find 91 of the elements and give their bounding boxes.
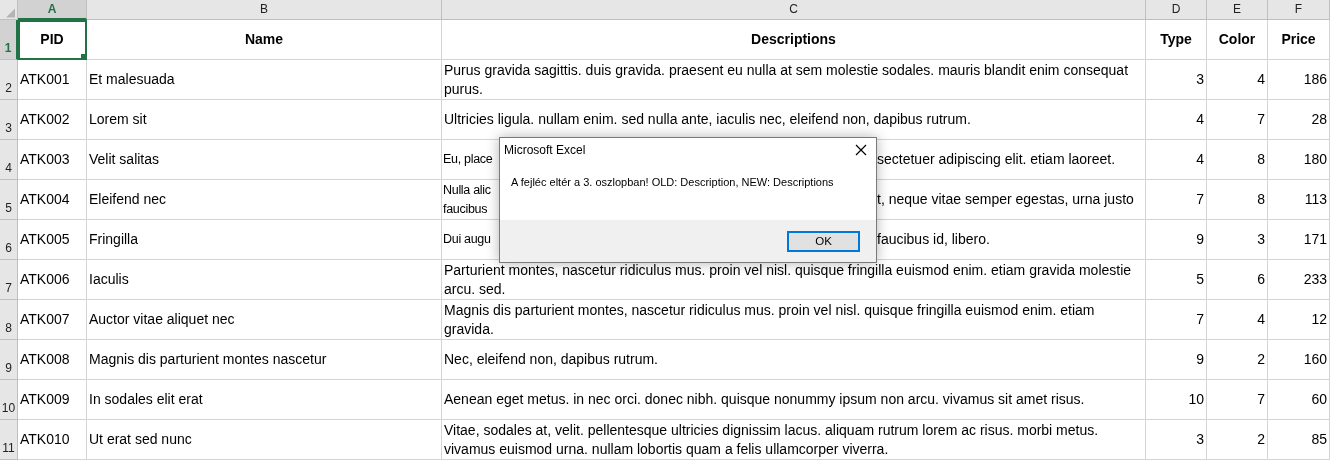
table-cell: ATK007 — [18, 300, 87, 340]
table-cell: 85 — [1268, 420, 1330, 460]
table-cell: Aenean eget metus. in nec orci. donec nibh. quisque nonummy ipsum non arcu. vivamus sit amet risus. — [442, 380, 1146, 420]
table-cell: Purus gravida sagittis. duis gravida. praesent eu nulla at sem molestie sodales. mauris blandit enim consequat purus. — [442, 60, 1146, 100]
cell-text: Dui augu — [443, 231, 492, 248]
fill-handle[interactable] — [81, 54, 86, 59]
table-cell: ATK009 — [18, 380, 87, 420]
table-cell: 233 — [1268, 260, 1330, 300]
table-cell: Auctor vitae aliquet nec — [87, 300, 442, 340]
table-cell: 9 — [1146, 340, 1207, 380]
table-cell: Vitae, sodales at, velit. pellentesque ultricies dignissim lacus. aliquam rutrum lorem ac risus. morbi metus. vivamus euismod urna. nullam lobortis quam a felis ullamcorper viverra. — [442, 420, 1146, 460]
triangle-icon — [6, 6, 15, 19]
cell-text: faucibus — [443, 200, 489, 218]
table-cell: 10 — [1146, 380, 1207, 420]
table-cell: 8 — [1207, 140, 1268, 180]
cell-text: sectetuer adipiscing elit. etiam laoreet. — [877, 150, 1117, 169]
table-cell: 4 — [1146, 140, 1207, 180]
column-header[interactable]: F — [1268, 0, 1330, 20]
table-cell: 2 — [1207, 340, 1268, 380]
table-cell: 28 — [1268, 100, 1330, 140]
column-header[interactable]: C — [442, 0, 1146, 20]
column-header[interactable]: A — [18, 0, 87, 20]
table-cell: 160 — [1268, 340, 1330, 380]
table-cell: 4 — [1207, 60, 1268, 100]
table-cell: 6 — [1207, 260, 1268, 300]
table-cell: ATK001 — [18, 60, 87, 100]
table-cell: 3 — [1146, 60, 1207, 100]
cell-text: faucibus id, libero. — [877, 230, 991, 249]
row-header[interactable]: 5 — [0, 180, 18, 220]
table-cell: ATK004 — [18, 180, 87, 220]
table-cell: Fringilla — [87, 220, 442, 260]
row-header[interactable]: 8 — [0, 300, 18, 340]
table-cell: 3 — [1146, 420, 1207, 460]
column-header[interactable]: D — [1146, 0, 1207, 20]
table-cell: 7 — [1207, 100, 1268, 140]
table-cell: In sodales elit erat — [87, 380, 442, 420]
row-header[interactable]: 9 — [0, 340, 18, 380]
select-all-corner[interactable] — [0, 0, 18, 20]
table-cell: 9 — [1146, 220, 1207, 260]
row-header[interactable]: 6 — [0, 220, 18, 260]
row-header[interactable]: 7 — [0, 260, 18, 300]
row-header[interactable]: 1 — [0, 20, 18, 60]
column-header[interactable]: B — [87, 0, 442, 20]
row-header[interactable]: 4 — [0, 140, 18, 180]
table-cell: 7 — [1146, 180, 1207, 220]
dialog-title: Microsoft Excel — [504, 143, 586, 157]
row-header[interactable]: 2 — [0, 60, 18, 100]
table-cell: ATK006 — [18, 260, 87, 300]
ok-button[interactable]: OK — [787, 230, 860, 252]
table-cell: Et malesuada — [87, 60, 442, 100]
header-cell[interactable]: Price — [1268, 20, 1330, 60]
header-cell[interactable]: PID — [18, 20, 87, 60]
table-cell: 2 — [1207, 420, 1268, 460]
table-cell: 60 — [1268, 380, 1330, 420]
table-cell: Magnis dis parturient montes, nascetur ridiculus mus. proin vel nisl. quisque fringilla euismod enim. etiam gravida. — [442, 300, 1146, 340]
header-cell[interactable]: Descriptions — [442, 20, 1146, 60]
table-cell: Nec, eleifend non, dapibus rutrum. — [442, 340, 1146, 380]
table-cell: ATK008 — [18, 340, 87, 380]
table-cell: 4 — [1207, 300, 1268, 340]
dialog-message: A fejléc eltér a 3. oszlopban! OLD: Description, NEW: Descriptions — [511, 176, 834, 188]
table-cell: 12 — [1268, 300, 1330, 340]
cell-text: Nulla alic — [443, 181, 492, 199]
row-header[interactable]: 3 — [0, 100, 18, 140]
table-cell: 186 — [1268, 60, 1330, 100]
table-cell: Lorem sit — [87, 100, 442, 140]
table-cell: 180 — [1268, 140, 1330, 180]
table-cell: 3 — [1207, 220, 1268, 260]
table-cell: 4 — [1146, 100, 1207, 140]
row-header[interactable]: 10 — [0, 380, 18, 420]
table-cell: ATK002 — [18, 100, 87, 140]
table-cell: 8 — [1207, 180, 1268, 220]
table-cell: ATK005 — [18, 220, 87, 260]
header-cell[interactable]: Color — [1207, 20, 1268, 60]
cell-text: Eu, place — [443, 151, 494, 168]
table-cell: ATK003 — [18, 140, 87, 180]
row-header[interactable]: 11 — [0, 420, 18, 460]
table-cell: Ut erat sed nunc — [87, 420, 442, 460]
table-cell: Iaculis — [87, 260, 442, 300]
header-cell[interactable]: Name — [87, 20, 442, 60]
column-header[interactable]: E — [1207, 0, 1268, 20]
header-cell[interactable]: Type — [1146, 20, 1207, 60]
table-cell: Magnis dis parturient montes nascetur — [87, 340, 442, 380]
table-cell: Eleifend nec — [87, 180, 442, 220]
cell-text: t, neque vitae semper egestas, urna justo — [877, 190, 1135, 209]
table-cell: 7 — [1207, 380, 1268, 420]
table-cell: ATK010 — [18, 420, 87, 460]
table-cell: 5 — [1146, 260, 1207, 300]
table-cell: 113 — [1268, 180, 1330, 220]
table-cell: 171 — [1268, 220, 1330, 260]
table-cell: Velit salitas — [87, 140, 442, 180]
table-cell: 7 — [1146, 300, 1207, 340]
